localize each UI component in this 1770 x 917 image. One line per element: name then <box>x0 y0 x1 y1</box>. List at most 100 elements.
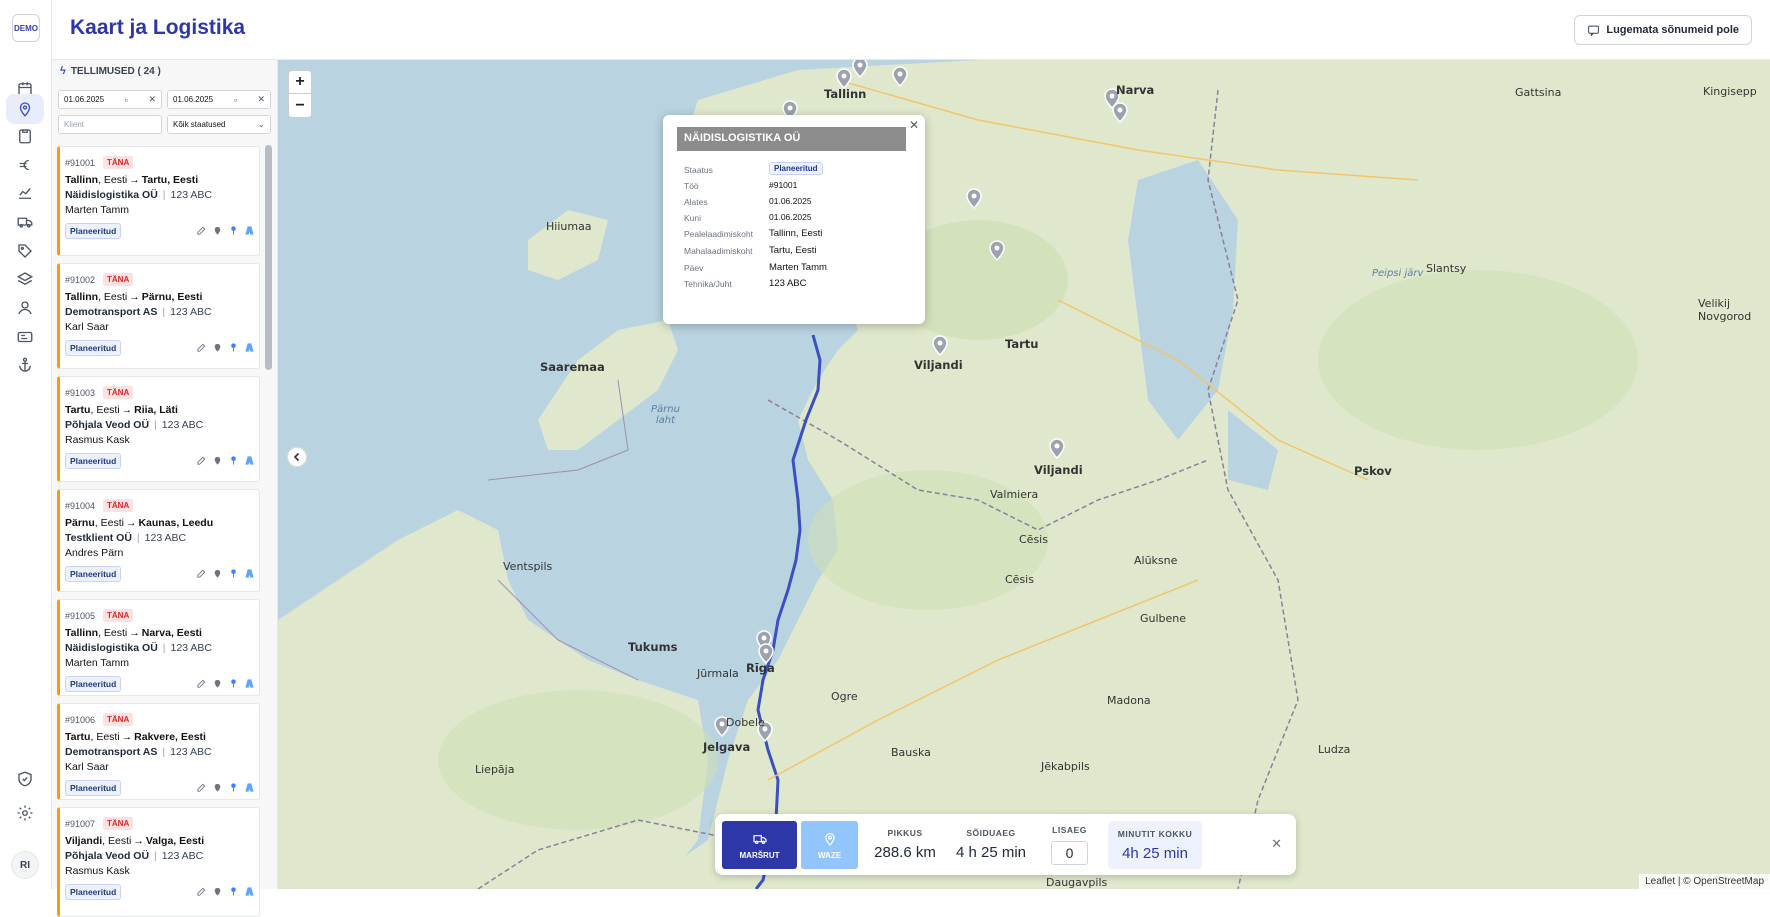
settings-icon[interactable] <box>6 798 44 828</box>
road-icon[interactable] <box>244 225 255 236</box>
map-pin-icon[interactable] <box>966 188 982 209</box>
date-to-input[interactable]: 01.06.2025 ▫ ✕ <box>167 90 271 109</box>
chart-icon[interactable] <box>6 178 44 208</box>
popup-label: Pealelaadimiskoht <box>684 229 753 239</box>
map-attribution[interactable]: Leaflet | © OpenStreetMap <box>1639 874 1770 889</box>
road-icon[interactable] <box>244 455 255 466</box>
edit-icon[interactable] <box>196 455 207 466</box>
edit-icon[interactable] <box>196 782 207 793</box>
close-icon[interactable]: ✕ <box>909 118 919 132</box>
map-pin-icon[interactable] <box>212 455 223 466</box>
user-icon[interactable] <box>6 293 44 323</box>
pin-icon[interactable] <box>228 568 239 579</box>
order-actions <box>196 568 255 579</box>
tag-icon[interactable] <box>6 236 44 266</box>
pin-icon[interactable] <box>228 782 239 793</box>
order-card[interactable]: #91002 TÄNA Tallinn, Eesti → Pärnu, Eesti Dem… <box>57 263 260 369</box>
status-badge: Planeeritud <box>65 566 122 582</box>
map-area[interactable]: Tallinn Narva Tartu Viljandi Viljandi Pä… <box>278 60 1770 889</box>
close-icon[interactable]: ✕ <box>1271 836 1282 852</box>
unread-messages-label: Lugemata sõnumeid pole <box>1606 24 1739 36</box>
map-pin-icon[interactable] <box>6 94 44 124</box>
calendar-icon[interactable]: ▫ <box>234 95 237 105</box>
order-company: Põhjala Veod OÜ | 123 ABC <box>65 850 204 862</box>
pin-icon[interactable] <box>228 886 239 897</box>
truck-icon[interactable] <box>6 207 44 237</box>
layers-icon[interactable] <box>6 264 44 294</box>
edit-icon[interactable] <box>196 886 207 897</box>
map-label: Cēsis <box>1005 573 1034 586</box>
id-card-icon[interactable] <box>6 322 44 352</box>
edit-icon[interactable] <box>196 568 207 579</box>
order-card[interactable]: #91006 TÄNA Tartu, Eesti → Rakvere, Eesti Dem… <box>57 703 260 800</box>
map-pin-icon[interactable] <box>212 568 223 579</box>
order-id: #91004 <box>65 501 96 511</box>
shield-icon[interactable] <box>6 764 44 794</box>
order-card[interactable]: #91005 TÄNA Tallinn, Eesti → Narva, Eesti Näi… <box>57 599 260 696</box>
order-card[interactable]: #91007 TÄNA Viljandi, Eesti → Valga, Eesti Põ… <box>57 807 260 917</box>
pin-icon[interactable] <box>228 678 239 689</box>
zoom-out-button[interactable]: − <box>289 94 311 117</box>
map-label: Ogre <box>831 690 858 703</box>
road-icon[interactable] <box>244 782 255 793</box>
waze-button[interactable]: WAZE <box>801 821 858 869</box>
road-icon[interactable] <box>244 342 255 353</box>
popup-title: NÄIDISLOGISTIKA OÜ <box>677 127 906 151</box>
map-pin-icon[interactable] <box>932 335 948 356</box>
map-pin-icon[interactable] <box>892 66 908 87</box>
order-id: #91006 <box>65 715 96 725</box>
clear-icon[interactable]: ✕ <box>257 94 265 105</box>
collapse-sidebar-button[interactable] <box>287 447 307 467</box>
map-pin-icon[interactable] <box>1049 438 1065 459</box>
pin-icon[interactable] <box>228 342 239 353</box>
unread-messages-button[interactable]: Lugemata sõnumeid pole <box>1574 15 1752 45</box>
road-icon[interactable] <box>244 568 255 579</box>
map-pin-icon[interactable] <box>212 342 223 353</box>
map-pin-icon[interactable] <box>212 886 223 897</box>
order-card[interactable]: #91003 TÄNA Tartu, Eesti → Riia, Läti Põhjala… <box>57 376 260 482</box>
date-from-input[interactable]: 01.06.2025 ▫ ✕ <box>58 90 162 109</box>
edit-icon[interactable] <box>196 225 207 236</box>
map-pin-icon[interactable] <box>836 68 852 89</box>
app-logo[interactable]: DEMO <box>12 14 40 42</box>
map-pin-icon <box>824 832 835 846</box>
order-company: Demotransport AS | 123 ABC <box>65 306 212 318</box>
sidebar-scrollbar[interactable] <box>265 145 272 370</box>
pin-icon[interactable] <box>228 455 239 466</box>
map-pin-icon[interactable] <box>212 678 223 689</box>
avatar[interactable]: RI <box>11 851 39 879</box>
map-pin-icon[interactable] <box>1112 102 1128 123</box>
euro-icon[interactable] <box>6 150 44 180</box>
zoom-in-button[interactable]: + <box>289 71 311 94</box>
map-label: Tallinn <box>824 87 867 101</box>
map-label: Peipsi järv <box>1372 268 1424 279</box>
edit-icon[interactable] <box>196 342 207 353</box>
client-input[interactable]: Klient <box>58 115 162 134</box>
nav-rail: DEMO RI <box>0 0 52 889</box>
order-card[interactable]: #91001 TÄNA Tallinn, Eesti → Tartu, Eesti Näi… <box>57 146 260 256</box>
road-icon[interactable] <box>244 678 255 689</box>
calendar-icon[interactable]: ▫ <box>125 95 128 105</box>
status-badge: Planeeritud <box>65 223 122 239</box>
map-pin-icon[interactable] <box>212 782 223 793</box>
clipboard-icon[interactable] <box>6 121 44 151</box>
clear-icon[interactable]: ✕ <box>148 94 156 105</box>
route-button[interactable]: MARŠRUT <box>722 821 797 869</box>
pin-icon[interactable] <box>228 225 239 236</box>
popup-value: #91001 <box>769 180 798 190</box>
anchor-icon[interactable] <box>6 350 44 380</box>
order-card[interactable]: #91004 TÄNA Pärnu, Eesti → Kaunas, Leedu Test… <box>57 489 260 592</box>
map-pin-icon[interactable] <box>989 240 1005 261</box>
map-label: Alūksne <box>1134 554 1178 567</box>
zoom-control: + − <box>288 70 312 118</box>
road-icon[interactable] <box>244 886 255 897</box>
edit-icon[interactable] <box>196 678 207 689</box>
status-badge: Planeeritud <box>65 676 122 692</box>
status-select[interactable]: Kõik staatused ⌄ <box>167 115 271 134</box>
extra-time-input[interactable]: 0 <box>1051 840 1088 865</box>
extra-time: LISAEG 0 <box>1037 814 1102 875</box>
total-time: MINUTIT KOKKU 4h 25 min <box>1108 821 1202 869</box>
map-pin-icon[interactable] <box>852 60 868 78</box>
map-label: Velikij Novgorod <box>1698 297 1752 323</box>
map-pin-icon[interactable] <box>212 225 223 236</box>
